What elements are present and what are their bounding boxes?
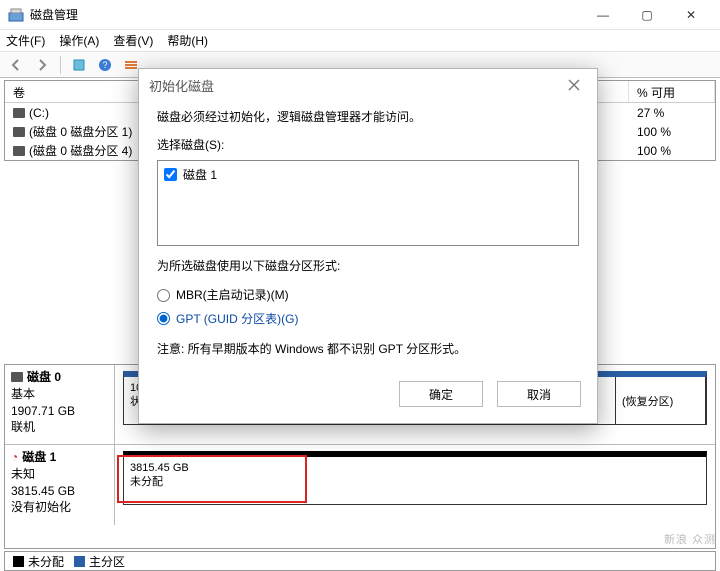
disk-1-label: 磁盘 1 [183,165,217,185]
forward-icon[interactable] [32,55,52,75]
dialog-buttons: 确定 取消 [139,373,597,423]
svg-text:?: ? [102,60,107,70]
volume-icon [13,108,25,118]
titlebar: 磁盘管理 — ▢ ✕ [0,0,720,30]
disk-select-list[interactable]: 磁盘 1 [157,160,579,246]
disk-1-info[interactable]: ◔磁盘 1 未知 3815.45 GB 没有初始化 [5,445,115,525]
toolbar-separator [60,56,61,74]
legend: 未分配 主分区 [4,551,716,571]
back-icon[interactable] [6,55,26,75]
ok-button[interactable]: 确定 [399,381,483,407]
app-icon [8,7,24,23]
dialog-close-icon[interactable] [561,72,587,98]
disk-1-checkbox[interactable] [164,168,177,181]
disk-size: 1907.71 GB [11,403,108,420]
menu-file[interactable]: 文件(F) [6,32,45,49]
disk-0-info[interactable]: 磁盘 0 基本 1907.71 GB 联机 [5,365,115,444]
disk-1-checkbox-row[interactable]: 磁盘 1 [164,165,572,185]
maximize-button[interactable]: ▢ [626,1,668,29]
disk-status: 联机 [11,419,108,436]
uninit-icon: ◔ [11,449,18,466]
disk-0-seg-recovery[interactable]: (恢复分区) [616,377,706,424]
disk-1-panel: ◔磁盘 1 未知 3815.45 GB 没有初始化 3815.45 GB 未分配 [5,445,715,525]
help-icon[interactable]: ? [95,55,115,75]
disk-name: 磁盘 1 [22,449,56,466]
menubar: 文件(F) 操作(A) 查看(V) 帮助(H) [0,30,720,52]
volume-icon [13,146,25,156]
highlight-box [117,455,307,503]
disk-type: 未知 [11,466,108,483]
gpt-option[interactable]: GPT (GUID 分区表)(G) [157,309,579,329]
mbr-radio[interactable] [157,289,170,302]
col-volume[interactable]: 卷 [5,81,160,102]
dialog-body: 磁盘必须经过初始化，逻辑磁盘管理器才能访问。 选择磁盘(S): 磁盘 1 为所选… [139,101,597,373]
menu-help[interactable]: 帮助(H) [167,32,208,49]
watermark: 新浪 众测 [664,531,716,547]
disk-size: 3815.45 GB [11,483,108,500]
volume-pctfree: 27 % [629,106,715,120]
partition-style-label: 为所选磁盘使用以下磁盘分区形式: [157,256,579,276]
refresh-icon[interactable] [69,55,89,75]
dialog-titlebar: 初始化磁盘 [139,69,597,101]
dialog-intro: 磁盘必须经过初始化，逻辑磁盘管理器才能访问。 [157,107,579,127]
mbr-label: MBR(主启动记录)(M) [176,285,289,305]
volume-name: (磁盘 0 磁盘分区 4) [29,142,132,159]
volume-name: (磁盘 0 磁盘分区 1) [29,123,132,140]
volume-icon [13,127,25,137]
volume-name: (C:) [29,106,49,120]
mbr-option[interactable]: MBR(主启动记录)(M) [157,285,579,305]
menu-view[interactable]: 查看(V) [113,32,153,49]
gpt-radio[interactable] [157,312,170,325]
col-pctfree[interactable]: % 可用 [629,81,715,102]
dialog-title: 初始化磁盘 [149,76,561,95]
volume-pctfree: 100 % [629,125,715,139]
init-disk-dialog: 初始化磁盘 磁盘必须经过初始化，逻辑磁盘管理器才能访问。 选择磁盘(S): 磁盘… [138,68,598,424]
dialog-note: 注意: 所有早期版本的 Windows 都不识别 GPT 分区形式。 [157,339,579,359]
menu-action[interactable]: 操作(A) [59,32,99,49]
window-title: 磁盘管理 [30,6,582,23]
legend-primary: 主分区 [74,553,125,570]
volume-pctfree: 100 % [629,144,715,158]
minimize-button[interactable]: — [582,1,624,29]
close-button[interactable]: ✕ [670,1,712,29]
window-controls: — ▢ ✕ [582,1,712,29]
disk-name: 磁盘 0 [27,369,61,386]
select-disk-label: 选择磁盘(S): [157,135,579,155]
disk-type: 基本 [11,386,108,403]
legend-unallocated: 未分配 [13,553,64,570]
disk-status: 没有初始化 [11,499,108,516]
gpt-label: GPT (GUID 分区表)(G) [176,309,298,329]
cancel-button[interactable]: 取消 [497,381,581,407]
disk-icon [11,372,23,382]
